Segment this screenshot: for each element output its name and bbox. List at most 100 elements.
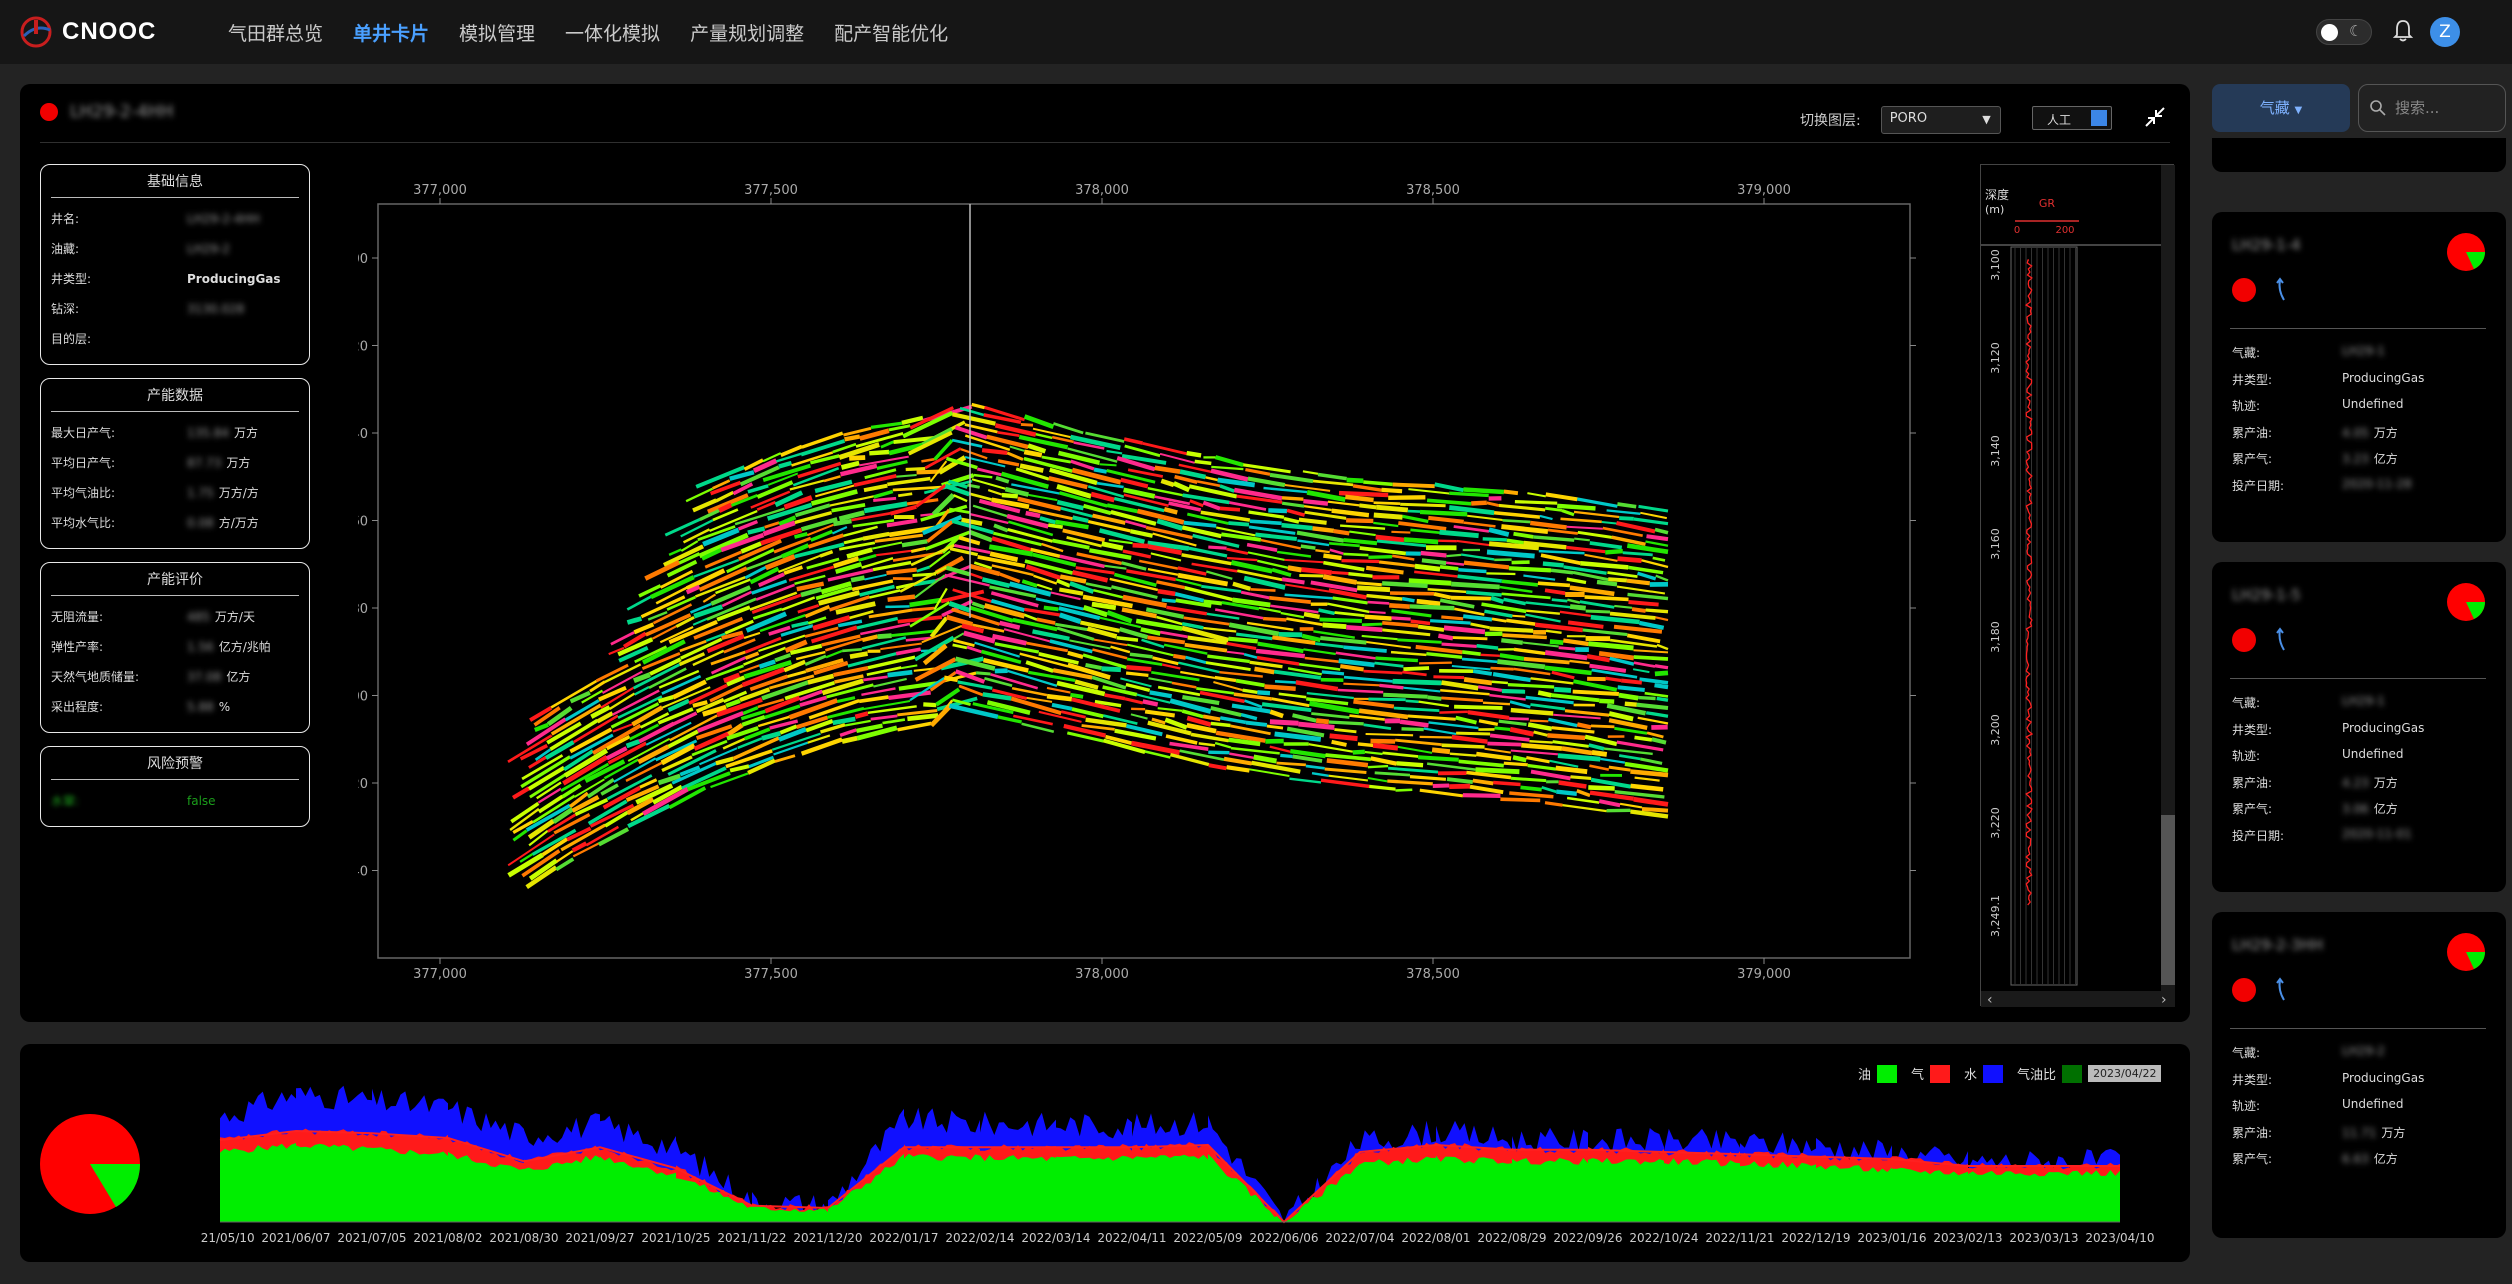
- stratum-segment: [1364, 614, 1392, 621]
- stratum-segment: [1280, 753, 1293, 759]
- user-avatar[interactable]: Z: [2430, 17, 2460, 47]
- stratum-segment: [1250, 588, 1276, 592]
- stratum-segment: [1494, 726, 1511, 731]
- stratum-segment: [1418, 700, 1449, 708]
- stratum-segment: [1549, 639, 1564, 646]
- nav-item-allocation-optimization[interactable]: 配产智能优化: [834, 19, 948, 46]
- stratum-segment: [1544, 650, 1588, 661]
- stratum-segment: [1130, 713, 1148, 720]
- stratum-segment: [1513, 531, 1534, 539]
- stratum-segment: [1202, 500, 1221, 511]
- depth-axis-unit: (m): [1985, 203, 2004, 216]
- reservoir-cross-section[interactable]: 377,000 377,000 377,500 377,500 378,000 378,0…: [358, 118, 1918, 990]
- card-value: ProducingGas: [2342, 721, 2424, 748]
- stratum-segment: [1491, 680, 1508, 685]
- stratum-segment: [1228, 636, 1258, 644]
- well-card[interactable]: LH29-2-3HH 气藏: LH29-2 井类型: ProducingGas 轨迹: Un…: [2212, 912, 2506, 1238]
- stratum-segment: [1312, 526, 1335, 533]
- stratum-segment: [897, 721, 932, 732]
- stratum-segment: [1329, 733, 1358, 742]
- stratum-segment: [1099, 463, 1117, 467]
- stratum-segment: [1379, 683, 1404, 690]
- stratum-segment: [1466, 590, 1502, 597]
- stratum-segment: [1427, 588, 1467, 594]
- stratum-segment: [776, 452, 802, 463]
- stratum-segment: [1440, 688, 1490, 696]
- stratum-segment: [1179, 469, 1206, 480]
- stratum-segment: [1284, 558, 1324, 564]
- stratum-segment: [1450, 595, 1492, 601]
- stratum-segment: [1599, 698, 1615, 704]
- stratum-segment: [1589, 764, 1610, 771]
- manual-mode-toggle[interactable]: 人工: [2032, 106, 2112, 130]
- card-well-name: LH29-2-3HH: [2232, 936, 2324, 954]
- stratum-segment: [1461, 657, 1498, 664]
- reservoir-filter-button[interactable]: 气藏 ▼: [2212, 84, 2350, 132]
- risk-key: 水窜:: [51, 794, 80, 808]
- stratum-segment: [1205, 661, 1251, 672]
- bell-icon[interactable]: [2388, 16, 2418, 46]
- stratum-segment: [1387, 779, 1433, 786]
- search-input[interactable]: 搜索...: [2358, 84, 2506, 132]
- stratum-segment: [1646, 731, 1664, 739]
- stratum-segment: [992, 633, 1027, 646]
- nav-item-simulation-mgmt[interactable]: 模拟管理: [459, 19, 535, 46]
- stratum-segment: [1303, 611, 1320, 620]
- stratum-segment: [1359, 503, 1377, 510]
- stratum-segment: [1315, 642, 1344, 649]
- brand-logo[interactable]: CNOOC: [18, 14, 156, 50]
- stratum-segment: [1367, 777, 1388, 783]
- stratum-segment: [1281, 577, 1305, 585]
- stratum-segment: [1402, 670, 1427, 677]
- x-tick-label: 2021/05/10: [200, 1231, 255, 1245]
- stratum-segment: [1263, 616, 1287, 622]
- stratum-segment: [1499, 585, 1533, 594]
- x-tick-label: 2021/11/22: [717, 1231, 786, 1245]
- stratum-segment: [1365, 565, 1404, 575]
- card-row-oil: 累产油: 4.05 万方: [2232, 424, 2424, 451]
- theme-toggle[interactable]: ☾: [2316, 19, 2372, 45]
- stratum-segment: [1493, 780, 1521, 787]
- stratum-segment: [843, 426, 872, 437]
- stratum-segment: [1542, 561, 1564, 568]
- stratum-segment: [1509, 791, 1554, 799]
- card-row-oil: 累产油: 11.71 万方: [2232, 1124, 2424, 1151]
- stratum-segment: [1301, 567, 1332, 576]
- nav-item-production-planning[interactable]: 产量规划调整: [690, 19, 804, 46]
- stratum-segment: [1441, 642, 1477, 648]
- stratum-segment: [1639, 677, 1669, 685]
- stratum-segment: [1210, 705, 1242, 718]
- card-key: 轨迹:: [2232, 749, 2261, 763]
- stratum-segment: [787, 670, 807, 679]
- stratum-segment: [916, 469, 940, 475]
- well-card[interactable]: LH29-1-4 气藏: LH29-1 井类型: ProducingGas 轨迹: Unde…: [2212, 212, 2506, 542]
- collapse-icon[interactable]: [2140, 102, 2170, 132]
- stratum-segment: [1298, 517, 1327, 525]
- well-log-track[interactable]: 深度(m) GR 0 200 3,100 3,120 3,140 3,160 3,180 3,20…: [1981, 165, 2175, 1008]
- stratum-segment: [1432, 783, 1450, 788]
- well-card[interactable]: LH29-1-5 气藏: LH29-1 井类型: ProducingGas 轨迹: Unde…: [2212, 562, 2506, 892]
- stratum-segment: [1490, 666, 1514, 671]
- stratum-segment: [1364, 750, 1383, 756]
- stratum-segment: [1584, 553, 1618, 562]
- nav-item-overview[interactable]: 气田群总览: [228, 19, 323, 46]
- basic_info-row: 油藏: LH29-2: [51, 234, 299, 264]
- x-tick-label-top: 378,500: [1406, 183, 1460, 198]
- production-area-chart[interactable]: 2021/05/10 2021/06/07 2021/07/05 2021/08/02…: [200, 1062, 2180, 1262]
- nav-item-well-card[interactable]: 单井卡片: [353, 19, 429, 46]
- stratum-segment: [1463, 521, 1496, 528]
- stratum-segment: [1231, 703, 1271, 714]
- stratum-segment: [1327, 500, 1360, 507]
- stratum-segment: [901, 539, 928, 548]
- x-tick-label: 2021/12/20: [793, 1231, 862, 1245]
- stratum-segment: [1391, 530, 1411, 534]
- log-hscrollbar: [1981, 991, 2175, 1007]
- stratum-segment: [1509, 700, 1531, 709]
- evaluation-value: 485 万方/天: [187, 602, 255, 632]
- stratum-segment: [849, 455, 866, 461]
- stratum-segment: [1036, 617, 1056, 625]
- stratum-segment: [1619, 516, 1634, 521]
- stratum-segment: [1590, 724, 1615, 729]
- nav-item-integrated-sim[interactable]: 一体化模拟: [565, 19, 660, 46]
- stratum-segment: [1219, 506, 1241, 512]
